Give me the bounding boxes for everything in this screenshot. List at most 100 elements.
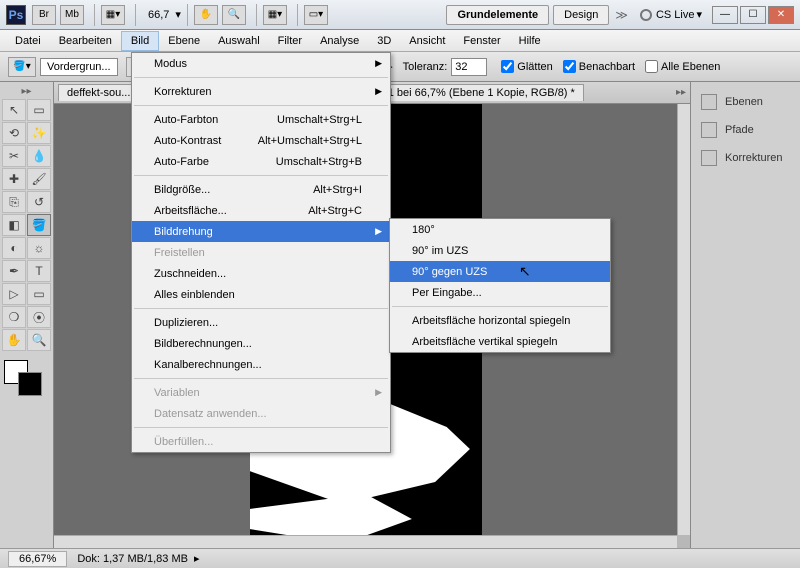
- bilddrehung-item-3[interactable]: Per Eingabe...: [390, 282, 610, 303]
- bilddrehung-item-0[interactable]: 180°: [390, 219, 610, 240]
- menu-item-label: Datensatz anwenden...: [154, 408, 267, 420]
- marquee-tool[interactable]: ▭: [27, 99, 51, 121]
- move-tool[interactable]: ↖: [2, 99, 26, 121]
- heal-tool[interactable]: ✚: [2, 168, 26, 190]
- dodge-tool[interactable]: ☼: [27, 237, 51, 259]
- menu-hilfe[interactable]: Hilfe: [510, 32, 550, 50]
- menu-datei[interactable]: Datei: [6, 32, 50, 50]
- bild-item-17[interactable]: Kanalberechnungen...: [132, 354, 390, 375]
- antialias-checkbox[interactable]: [501, 60, 514, 73]
- bilddrehung-item-2[interactable]: 90° gegen UZS: [390, 261, 610, 282]
- eraser-tool[interactable]: ◧: [2, 214, 26, 236]
- panel-korrekturen[interactable]: Korrekturen: [691, 144, 800, 172]
- menu-analyse[interactable]: Analyse: [311, 32, 368, 50]
- bild-item-0[interactable]: Modus▶: [132, 53, 390, 74]
- menu-ebene[interactable]: Ebene: [159, 32, 209, 50]
- contiguous-checkbox[interactable]: [563, 60, 576, 73]
- background-swatch[interactable]: [18, 372, 42, 396]
- bild-item-13[interactable]: Alles einblenden: [132, 284, 390, 305]
- shape-tool[interactable]: ▭: [27, 283, 51, 305]
- blur-tool[interactable]: ◐: [2, 237, 26, 259]
- panel-pfade[interactable]: Pfade: [691, 116, 800, 144]
- bild-item-4[interactable]: Auto-FarbtonUmschalt+Strg+L: [132, 109, 390, 130]
- submenu-arrow-icon: ▶: [375, 387, 382, 398]
- menu-auswahl[interactable]: Auswahl: [209, 32, 269, 50]
- paths-icon: [701, 122, 717, 138]
- menu-bild[interactable]: Bild: [121, 31, 159, 51]
- bilddrehung-item-5[interactable]: Arbeitsfläche horizontal spiegeln: [390, 310, 610, 331]
- zoom-tool[interactable]: 🔍: [27, 329, 51, 351]
- zoom-value[interactable]: 66,7: [148, 9, 169, 21]
- bilddrehung-item-6[interactable]: Arbeitsfläche vertikal spiegeln: [390, 331, 610, 352]
- wand-tool[interactable]: ✨: [27, 122, 51, 144]
- submenu-arrow-icon: ▶: [375, 58, 382, 69]
- bild-item-11: Freistellen: [132, 242, 390, 263]
- menu-filter[interactable]: Filter: [269, 32, 311, 50]
- horizontal-scrollbar[interactable]: [54, 535, 677, 548]
- panel-ebenen[interactable]: Ebenen: [691, 88, 800, 116]
- document-tab-1[interactable]: deffekt-sou...: [58, 84, 139, 101]
- bucket-tool[interactable]: 🪣: [27, 214, 51, 236]
- window-minimize[interactable]: —: [712, 6, 738, 24]
- minibridge-button[interactable]: Mb: [60, 5, 84, 25]
- pen-tool[interactable]: ✒: [2, 260, 26, 282]
- bild-item-19: Variablen ▶: [132, 382, 390, 403]
- bild-item-6[interactable]: Auto-FarbeUmschalt+Strg+B: [132, 151, 390, 172]
- hand-tool[interactable]: ✋: [2, 329, 26, 351]
- color-swatches[interactable]: [2, 360, 48, 398]
- submenu-arrow-icon: ▶: [375, 86, 382, 97]
- 3d-tool[interactable]: ❍: [2, 306, 26, 328]
- menu-bearbeiten[interactable]: Bearbeiten: [50, 32, 121, 50]
- eyedropper-tool[interactable]: 💧: [27, 145, 51, 167]
- menu-item-label: Alles einblenden: [154, 289, 235, 301]
- all-layers-checkbox[interactable]: [645, 60, 658, 73]
- workspace-more[interactable]: ≫: [615, 8, 628, 22]
- toolbox-collapse[interactable]: ▸▸: [2, 86, 51, 98]
- cslive-button[interactable]: CS Live▾: [640, 8, 702, 21]
- bild-item-16[interactable]: Bildberechnungen...: [132, 333, 390, 354]
- history-brush-tool[interactable]: ↺: [27, 191, 51, 213]
- bild-item-10[interactable]: Bilddrehung▶: [132, 221, 390, 242]
- workspace-grundelemente[interactable]: Grundelemente: [446, 5, 549, 25]
- menu-3d[interactable]: 3D: [368, 32, 400, 50]
- extras-button[interactable]: ▦▾: [263, 5, 287, 25]
- bilddrehung-item-1[interactable]: 90° im UZS: [390, 240, 610, 261]
- arrange-button[interactable]: ▦▾: [101, 5, 125, 25]
- menu-item-label: Bilddrehung: [154, 226, 213, 238]
- current-tool-icon[interactable]: 🪣▾: [8, 57, 36, 77]
- menu-item-label: Variablen: [154, 387, 200, 399]
- bild-item-5[interactable]: Auto-KontrastAlt+Umschalt+Strg+L: [132, 130, 390, 151]
- window-close[interactable]: ✕: [768, 6, 794, 24]
- hand-tool-button[interactable]: ✋: [194, 5, 218, 25]
- window-maximize[interactable]: ☐: [740, 6, 766, 24]
- workspace-design[interactable]: Design: [553, 5, 609, 25]
- menu-fenster[interactable]: Fenster: [454, 32, 509, 50]
- menu-item-label: Arbeitsfläche horizontal spiegeln: [412, 315, 570, 327]
- bild-item-15[interactable]: Duplizieren...: [132, 312, 390, 333]
- adjustments-icon: [701, 150, 717, 166]
- crop-tool[interactable]: ✂: [2, 145, 26, 167]
- menu-ansicht[interactable]: Ansicht: [400, 32, 454, 50]
- menu-item-label: 180°: [412, 224, 435, 236]
- bild-item-9[interactable]: Arbeitsfläche...Alt+Strg+C: [132, 200, 390, 221]
- bridge-button[interactable]: Br: [32, 5, 56, 25]
- bild-item-8[interactable]: Bildgröße...Alt+Strg+I: [132, 179, 390, 200]
- tab-nav[interactable]: ▸▸: [676, 87, 686, 98]
- type-tool[interactable]: T: [27, 260, 51, 282]
- path-tool[interactable]: ▷: [2, 283, 26, 305]
- bild-item-12[interactable]: Zuschneiden...: [132, 263, 390, 284]
- brush-tool[interactable]: 🖌: [27, 168, 51, 190]
- screen-mode-button[interactable]: ▭▾: [304, 5, 328, 25]
- stamp-tool[interactable]: ⎘: [2, 191, 26, 213]
- status-zoom[interactable]: 66,67%: [8, 551, 67, 567]
- options-bar: 🪣▾ Vordergrun... ▾ ▸ Toleranz: Glätten B…: [0, 52, 800, 82]
- bild-item-2[interactable]: Korrekturen▶: [132, 81, 390, 102]
- app-logo: Ps: [6, 5, 26, 25]
- tolerance-field[interactable]: [451, 58, 487, 76]
- menubar: DateiBearbeitenBildEbeneAuswahlFilterAna…: [0, 30, 800, 52]
- fill-source-dropdown[interactable]: Vordergrun...: [40, 58, 118, 76]
- 3d-camera-tool[interactable]: ⦿: [27, 306, 51, 328]
- vertical-scrollbar[interactable]: [677, 104, 690, 535]
- zoom-tool-button[interactable]: 🔍: [222, 5, 246, 25]
- lasso-tool[interactable]: ⟲: [2, 122, 26, 144]
